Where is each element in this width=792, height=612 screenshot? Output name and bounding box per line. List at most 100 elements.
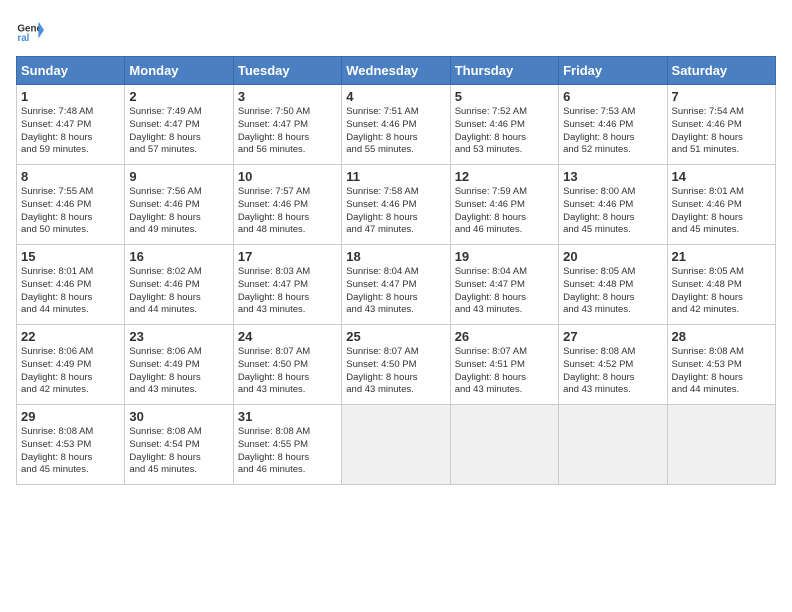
day-number: 26 xyxy=(455,329,554,344)
cell-info: Sunrise: 8:04 AM Sunset: 4:47 PM Dayligh… xyxy=(455,266,554,317)
header-cell-sunday: Sunday xyxy=(17,57,125,85)
day-number: 17 xyxy=(238,249,337,264)
calendar-cell: 14 Sunrise: 8:01 AM Sunset: 4:46 PM Dayli… xyxy=(667,165,775,245)
calendar-cell: 2Sunrise: 7:49 AM Sunset: 4:47 PM Daylig… xyxy=(125,85,233,165)
day-number: 5 xyxy=(455,89,554,104)
day-number: 22 xyxy=(21,329,120,344)
calendar-cell: 20 Sunrise: 8:05 AM Sunset: 4:48 PM Dayli… xyxy=(559,245,667,325)
day-number: 15 xyxy=(21,249,120,264)
cell-info: Sunrise: 8:08 AM Sunset: 4:55 PM Dayligh… xyxy=(238,426,337,477)
cell-info: Sunrise: 8:08 AM Sunset: 4:53 PM Dayligh… xyxy=(672,346,771,397)
header-cell-monday: Monday xyxy=(125,57,233,85)
day-number: 3 xyxy=(238,89,337,104)
svg-text:ral: ral xyxy=(17,33,29,44)
calendar-cell xyxy=(342,405,450,485)
calendar-cell: 24Sunrise: 8:07 AM Sunset: 4:50 PM Dayli… xyxy=(233,325,341,405)
calendar-cell: 3 Sunrise: 7:50 AM Sunset: 4:47 PM Daylig… xyxy=(233,85,341,165)
calendar-cell: 11 Sunrise: 7:58 AM Sunset: 4:46 PM Dayli… xyxy=(342,165,450,245)
day-number: 7 xyxy=(672,89,771,104)
calendar-cell xyxy=(559,405,667,485)
header: Gene ral xyxy=(16,16,776,44)
day-number: 25 xyxy=(346,329,445,344)
logo-icon: Gene ral xyxy=(16,16,44,44)
cell-info: Sunrise: 7:58 AM Sunset: 4:46 PM Dayligh… xyxy=(346,186,445,237)
calendar-cell: 29 Sunrise: 8:08 AM Sunset: 4:53 PM Dayli… xyxy=(17,405,125,485)
calendar-cell xyxy=(667,405,775,485)
cell-info: Sunrise: 8:06 AM Sunset: 4:49 PM Dayligh… xyxy=(21,346,120,397)
calendar-cell: 31 Sunrise: 8:08 AM Sunset: 4:55 PM Dayli… xyxy=(233,405,341,485)
day-number: 23 xyxy=(129,329,228,344)
calendar-cell: 1 Sunrise: 7:48 AM Sunset: 4:47 PM Daylig… xyxy=(17,85,125,165)
calendar-cell: 13 Sunrise: 8:00 AM Sunset: 4:46 PM Dayli… xyxy=(559,165,667,245)
cell-info: Sunrise: 8:07 AM Sunset: 4:50 PM Dayligh… xyxy=(346,346,445,397)
cell-info: Sunrise: 7:50 AM Sunset: 4:47 PM Dayligh… xyxy=(238,106,337,157)
cell-info: Sunrise: 8:08 AM Sunset: 4:52 PM Dayligh… xyxy=(563,346,662,397)
cell-info: Sunrise: 7:59 AM Sunset: 4:46 PM Dayligh… xyxy=(455,186,554,237)
calendar-cell: 15 Sunrise: 8:01 AM Sunset: 4:46 PM Dayli… xyxy=(17,245,125,325)
cell-info: Sunrise: 8:01 AM Sunset: 4:46 PM Dayligh… xyxy=(21,266,120,317)
cell-info: Sunrise: 8:05 AM Sunset: 4:48 PM Dayligh… xyxy=(563,266,662,317)
cell-info: Sunrise: 7:52 AM Sunset: 4:46 PM Dayligh… xyxy=(455,106,554,157)
calendar-cell: 7 Sunrise: 7:54 AM Sunset: 4:46 PM Daylig… xyxy=(667,85,775,165)
cell-info: Sunrise: 8:07 AM Sunset: 4:50 PM Dayligh… xyxy=(238,346,337,397)
cell-info: Sunrise: 8:07 AM Sunset: 4:51 PM Dayligh… xyxy=(455,346,554,397)
day-number: 28 xyxy=(672,329,771,344)
day-number: 4 xyxy=(346,89,445,104)
calendar-cell: 19 Sunrise: 8:04 AM Sunset: 4:47 PM Dayli… xyxy=(450,245,558,325)
header-cell-thursday: Thursday xyxy=(450,57,558,85)
header-cell-saturday: Saturday xyxy=(667,57,775,85)
day-number: 8 xyxy=(21,169,120,184)
calendar-cell: 26 Sunrise: 8:07 AM Sunset: 4:51 PM Dayli… xyxy=(450,325,558,405)
calendar-cell: 27 Sunrise: 8:08 AM Sunset: 4:52 PM Dayli… xyxy=(559,325,667,405)
day-number: 18 xyxy=(346,249,445,264)
cell-info: Sunrise: 7:56 AM Sunset: 4:46 PM Dayligh… xyxy=(129,186,228,237)
calendar-cell: 8 Sunrise: 7:55 AM Sunset: 4:46 PM Daylig… xyxy=(17,165,125,245)
calendar-cell: 9Sunrise: 7:56 AM Sunset: 4:46 PM Daylig… xyxy=(125,165,233,245)
cell-info: Sunrise: 7:57 AM Sunset: 4:46 PM Dayligh… xyxy=(238,186,337,237)
cell-info: Sunrise: 7:48 AM Sunset: 4:47 PM Dayligh… xyxy=(21,106,120,157)
cell-info: Sunrise: 7:55 AM Sunset: 4:46 PM Dayligh… xyxy=(21,186,120,237)
cell-info: Sunrise: 8:03 AM Sunset: 4:47 PM Dayligh… xyxy=(238,266,337,317)
day-number: 21 xyxy=(672,249,771,264)
header-cell-friday: Friday xyxy=(559,57,667,85)
calendar-cell: 17 Sunrise: 8:03 AM Sunset: 4:47 PM Dayli… xyxy=(233,245,341,325)
cell-info: Sunrise: 8:08 AM Sunset: 4:53 PM Dayligh… xyxy=(21,426,120,477)
cell-info: Sunrise: 8:06 AM Sunset: 4:49 PM Dayligh… xyxy=(129,346,228,397)
cell-info: Sunrise: 7:51 AM Sunset: 4:46 PM Dayligh… xyxy=(346,106,445,157)
day-number: 12 xyxy=(455,169,554,184)
calendar-cell: 18 Sunrise: 8:04 AM Sunset: 4:47 PM Dayli… xyxy=(342,245,450,325)
cell-info: Sunrise: 8:08 AM Sunset: 4:54 PM Dayligh… xyxy=(129,426,228,477)
logo: Gene ral xyxy=(16,16,48,44)
week-row-4: 22 Sunrise: 8:06 AM Sunset: 4:49 PM Dayli… xyxy=(17,325,776,405)
calendar-cell: 23 Sunrise: 8:06 AM Sunset: 4:49 PM Dayli… xyxy=(125,325,233,405)
calendar-cell xyxy=(450,405,558,485)
cell-info: Sunrise: 8:00 AM Sunset: 4:46 PM Dayligh… xyxy=(563,186,662,237)
day-number: 27 xyxy=(563,329,662,344)
week-row-5: 29 Sunrise: 8:08 AM Sunset: 4:53 PM Dayli… xyxy=(17,405,776,485)
cell-info: Sunrise: 8:01 AM Sunset: 4:46 PM Dayligh… xyxy=(672,186,771,237)
calendar-cell: 22 Sunrise: 8:06 AM Sunset: 4:49 PM Dayli… xyxy=(17,325,125,405)
calendar-table: SundayMondayTuesdayWednesdayThursdayFrid… xyxy=(16,56,776,485)
cell-info: Sunrise: 7:53 AM Sunset: 4:46 PM Dayligh… xyxy=(563,106,662,157)
day-number: 29 xyxy=(21,409,120,424)
calendar-cell: 4 Sunrise: 7:51 AM Sunset: 4:46 PM Daylig… xyxy=(342,85,450,165)
calendar-cell: 16Sunrise: 8:02 AM Sunset: 4:46 PM Dayli… xyxy=(125,245,233,325)
header-cell-wednesday: Wednesday xyxy=(342,57,450,85)
day-number: 13 xyxy=(563,169,662,184)
calendar-cell: 5 Sunrise: 7:52 AM Sunset: 4:46 PM Daylig… xyxy=(450,85,558,165)
cell-info: Sunrise: 7:54 AM Sunset: 4:46 PM Dayligh… xyxy=(672,106,771,157)
day-number: 1 xyxy=(21,89,120,104)
cell-info: Sunrise: 8:04 AM Sunset: 4:47 PM Dayligh… xyxy=(346,266,445,317)
day-number: 31 xyxy=(238,409,337,424)
calendar-cell: 21Sunrise: 8:05 AM Sunset: 4:48 PM Dayli… xyxy=(667,245,775,325)
day-number: 14 xyxy=(672,169,771,184)
cell-info: Sunrise: 7:49 AM Sunset: 4:47 PM Dayligh… xyxy=(129,106,228,157)
header-cell-tuesday: Tuesday xyxy=(233,57,341,85)
day-number: 10 xyxy=(238,169,337,184)
day-number: 30 xyxy=(129,409,228,424)
day-number: 19 xyxy=(455,249,554,264)
header-row: SundayMondayTuesdayWednesdayThursdayFrid… xyxy=(17,57,776,85)
day-number: 11 xyxy=(346,169,445,184)
calendar-cell: 6Sunrise: 7:53 AM Sunset: 4:46 PM Daylig… xyxy=(559,85,667,165)
day-number: 20 xyxy=(563,249,662,264)
